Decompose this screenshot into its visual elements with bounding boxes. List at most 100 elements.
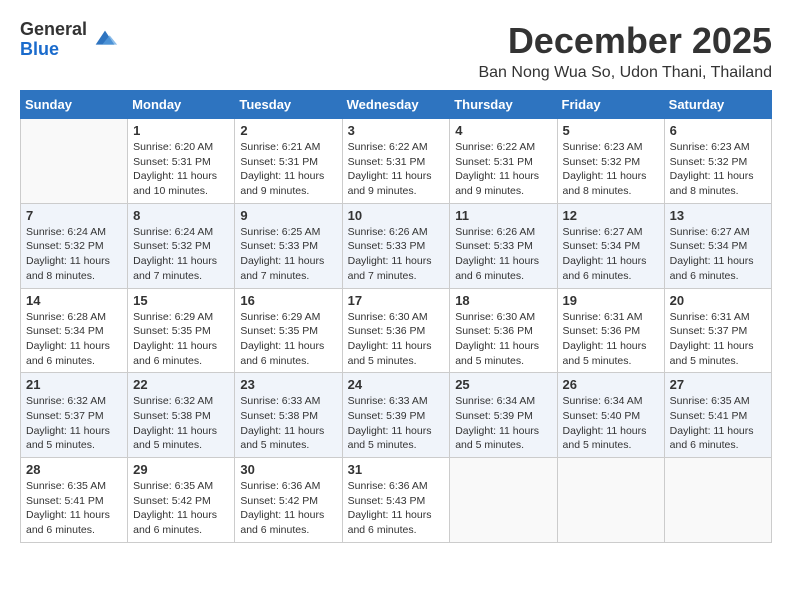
cell-info: Sunrise: 6:30 AMSunset: 5:36 PMDaylight:… [455, 310, 551, 369]
day-number: 13 [670, 208, 766, 223]
logo: General Blue [20, 20, 119, 60]
day-number: 30 [240, 462, 336, 477]
calendar-header-row: SundayMondayTuesdayWednesdayThursdayFrid… [21, 91, 772, 119]
day-number: 28 [26, 462, 122, 477]
calendar-cell: 31Sunrise: 6:36 AMSunset: 5:43 PMDayligh… [342, 458, 450, 543]
calendar-cell: 16 Sunrise: 6:29 AMSunset: 5:35 PMDayligh… [235, 288, 342, 373]
day-number: 21 [26, 377, 122, 392]
day-number: 6 [670, 123, 766, 138]
cell-info: Sunrise: 6:36 AMSunset: 5:42 PMDaylight:… [240, 479, 336, 538]
cell-info: Sunrise: 6:34 AMSunset: 5:40 PMDaylight:… [563, 394, 659, 453]
calendar-week-row: 1 Sunrise: 6:20 AMSunset: 5:31 PMDaylight… [21, 119, 772, 204]
day-number: 2 [240, 123, 336, 138]
calendar-cell: 5 Sunrise: 6:23 AMSunset: 5:32 PMDaylight… [557, 119, 664, 204]
page-header: General Blue December 2025 Ban Nong Wua … [20, 20, 772, 82]
cell-info: Sunrise: 6:31 AMSunset: 5:36 PMDaylight:… [563, 310, 659, 369]
calendar-cell: 15 Sunrise: 6:29 AMSunset: 5:35 PMDayligh… [128, 288, 235, 373]
calendar-week-row: 28Sunrise: 6:35 AMSunset: 5:41 PMDayligh… [21, 458, 772, 543]
cell-info: Sunrise: 6:27 AMSunset: 5:34 PMDaylight:… [670, 225, 766, 284]
cell-info: Sunrise: 6:24 AMSunset: 5:32 PMDaylight:… [133, 225, 229, 284]
cell-info: Sunrise: 6:24 AMSunset: 5:32 PMDaylight:… [26, 225, 122, 284]
day-header-thursday: Thursday [450, 91, 557, 119]
calendar-cell: 7 Sunrise: 6:24 AMSunset: 5:32 PMDaylight… [21, 203, 128, 288]
day-number: 1 [133, 123, 229, 138]
day-number: 24 [348, 377, 445, 392]
cell-info: Sunrise: 6:32 AMSunset: 5:38 PMDaylight:… [133, 394, 229, 453]
day-number: 7 [26, 208, 122, 223]
calendar-cell: 20 Sunrise: 6:31 AMSunset: 5:37 PMDayligh… [664, 288, 771, 373]
day-number: 10 [348, 208, 445, 223]
day-number: 17 [348, 293, 445, 308]
day-number: 12 [563, 208, 659, 223]
calendar-cell: 30 Sunrise: 6:36 AMSunset: 5:42 PMDayligh… [235, 458, 342, 543]
cell-info: Sunrise: 6:32 AMSunset: 5:37 PMDaylight:… [26, 394, 122, 453]
cell-info: Sunrise: 6:34 AMSunset: 5:39 PMDaylight:… [455, 394, 551, 453]
cell-info: Sunrise: 6:33 AMSunset: 5:38 PMDaylight:… [240, 394, 336, 453]
cell-info: Sunrise: 6:31 AMSunset: 5:37 PMDaylight:… [670, 310, 766, 369]
calendar-cell: 29Sunrise: 6:35 AMSunset: 5:42 PMDayligh… [128, 458, 235, 543]
day-header-wednesday: Wednesday [342, 91, 450, 119]
calendar-cell: 9Sunrise: 6:25 AMSunset: 5:33 PMDaylight… [235, 203, 342, 288]
cell-info: Sunrise: 6:26 AMSunset: 5:33 PMDaylight:… [348, 225, 445, 284]
day-number: 15 [133, 293, 229, 308]
cell-info: Sunrise: 6:20 AMSunset: 5:31 PMDaylight:… [133, 140, 229, 199]
logo-general: General [20, 20, 87, 40]
calendar-cell: 17 Sunrise: 6:30 AMSunset: 5:36 PMDayligh… [342, 288, 450, 373]
calendar-week-row: 7 Sunrise: 6:24 AMSunset: 5:32 PMDaylight… [21, 203, 772, 288]
calendar-cell [450, 458, 557, 543]
cell-info: Sunrise: 6:28 AMSunset: 5:34 PMDaylight:… [26, 310, 122, 369]
calendar-cell [21, 119, 128, 204]
calendar-cell [664, 458, 771, 543]
cell-info: Sunrise: 6:29 AMSunset: 5:35 PMDaylight:… [240, 310, 336, 369]
day-number: 31 [348, 462, 445, 477]
calendar-cell: 6Sunrise: 6:23 AMSunset: 5:32 PMDaylight… [664, 119, 771, 204]
calendar-cell: 12Sunrise: 6:27 AMSunset: 5:34 PMDayligh… [557, 203, 664, 288]
day-header-sunday: Sunday [21, 91, 128, 119]
calendar-cell: 18Sunrise: 6:30 AMSunset: 5:36 PMDayligh… [450, 288, 557, 373]
logo-blue: Blue [20, 40, 87, 60]
calendar-cell: 24Sunrise: 6:33 AMSunset: 5:39 PMDayligh… [342, 373, 450, 458]
month-title: December 2025 [478, 20, 772, 62]
location: Ban Nong Wua So, Udon Thani, Thailand [478, 64, 772, 82]
calendar-cell: 25 Sunrise: 6:34 AMSunset: 5:39 PMDayligh… [450, 373, 557, 458]
calendar-week-row: 21 Sunrise: 6:32 AMSunset: 5:37 PMDayligh… [21, 373, 772, 458]
day-number: 16 [240, 293, 336, 308]
day-number: 22 [133, 377, 229, 392]
calendar-week-row: 14 Sunrise: 6:28 AMSunset: 5:34 PMDayligh… [21, 288, 772, 373]
calendar-cell: 23 Sunrise: 6:33 AMSunset: 5:38 PMDayligh… [235, 373, 342, 458]
day-number: 27 [670, 377, 766, 392]
day-number: 23 [240, 377, 336, 392]
day-number: 11 [455, 208, 551, 223]
calendar-cell: 26 Sunrise: 6:34 AMSunset: 5:40 PMDayligh… [557, 373, 664, 458]
cell-info: Sunrise: 6:25 AMSunset: 5:33 PMDaylight:… [240, 225, 336, 284]
calendar-cell: 2 Sunrise: 6:21 AMSunset: 5:31 PMDaylight… [235, 119, 342, 204]
cell-info: Sunrise: 6:23 AMSunset: 5:32 PMDaylight:… [563, 140, 659, 199]
calendar-cell: 13 Sunrise: 6:27 AMSunset: 5:34 PMDayligh… [664, 203, 771, 288]
day-header-saturday: Saturday [664, 91, 771, 119]
day-header-friday: Friday [557, 91, 664, 119]
day-number: 20 [670, 293, 766, 308]
day-number: 25 [455, 377, 551, 392]
day-number: 26 [563, 377, 659, 392]
day-number: 5 [563, 123, 659, 138]
cell-info: Sunrise: 6:22 AMSunset: 5:31 PMDaylight:… [348, 140, 445, 199]
cell-info: Sunrise: 6:30 AMSunset: 5:36 PMDaylight:… [348, 310, 445, 369]
day-number: 14 [26, 293, 122, 308]
calendar-cell: 28Sunrise: 6:35 AMSunset: 5:41 PMDayligh… [21, 458, 128, 543]
logo-icon [91, 26, 119, 54]
calendar-cell: 4 Sunrise: 6:22 AMSunset: 5:31 PMDaylight… [450, 119, 557, 204]
calendar-cell: 3 Sunrise: 6:22 AMSunset: 5:31 PMDaylight… [342, 119, 450, 204]
day-number: 4 [455, 123, 551, 138]
cell-info: Sunrise: 6:29 AMSunset: 5:35 PMDaylight:… [133, 310, 229, 369]
calendar-cell [557, 458, 664, 543]
day-number: 8 [133, 208, 229, 223]
calendar-cell: 19Sunrise: 6:31 AMSunset: 5:36 PMDayligh… [557, 288, 664, 373]
cell-info: Sunrise: 6:22 AMSunset: 5:31 PMDaylight:… [455, 140, 551, 199]
cell-info: Sunrise: 6:35 AMSunset: 5:42 PMDaylight:… [133, 479, 229, 538]
day-header-monday: Monday [128, 91, 235, 119]
calendar-cell: 27Sunrise: 6:35 AMSunset: 5:41 PMDayligh… [664, 373, 771, 458]
title-section: December 2025 Ban Nong Wua So, Udon Than… [478, 20, 772, 82]
calendar-table: SundayMondayTuesdayWednesdayThursdayFrid… [20, 90, 772, 543]
cell-info: Sunrise: 6:21 AMSunset: 5:31 PMDaylight:… [240, 140, 336, 199]
day-number: 3 [348, 123, 445, 138]
